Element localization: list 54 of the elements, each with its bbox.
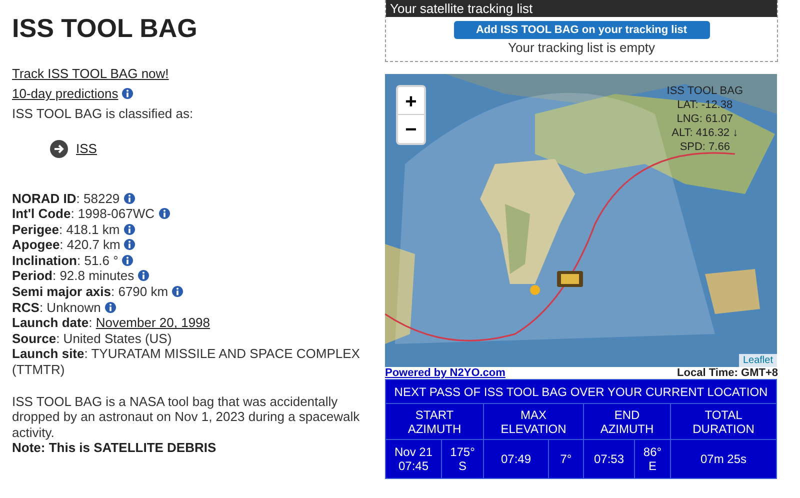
detail-text: Launch site: TYURATAM MISSILE AND SPACE COMPLEX (TTMTR) [12, 346, 360, 378]
debris-note: Note: This is SATELLITE DEBRIS [12, 440, 218, 456]
tracking-status: Your tracking list is empty [508, 40, 655, 56]
info-icon[interactable] [124, 224, 135, 235]
category-link[interactable]: ISS [76, 139, 97, 158]
detail-text: Source: United States (US) [12, 330, 172, 346]
column-header: START AZIMUTH [386, 404, 484, 440]
powered-by-link[interactable]: Powered by N2YO.com [385, 367, 506, 379]
info-icon[interactable] [124, 192, 135, 204]
zoom-out-button[interactable]: − [398, 115, 424, 143]
table-cell: 86° E [634, 440, 670, 478]
table-cell: 175° S [442, 440, 484, 478]
detail-text: Apogee: 420.7 km [12, 237, 120, 252]
arrow-circle-icon [50, 140, 68, 158]
detail-text: Period: 92.8 minutes [12, 268, 134, 284]
detail-text: RCS: Unknown [12, 300, 101, 315]
page-link[interactable]: Track ISS TOOL BAG now! [12, 66, 169, 81]
detail-link[interactable]: November 20, 1998 [96, 315, 210, 330]
table-cell: Nov 21 07:45 [386, 440, 442, 478]
info-icon[interactable] [124, 239, 136, 250]
column-header: TOTAL DURATION [670, 404, 776, 440]
detail-text: Inclination: 51.6 ° [12, 252, 118, 268]
satellite-info-text: SPD: 7.66 [680, 140, 730, 154]
info-icon[interactable] [104, 302, 116, 313]
table-title: NEXT PASS OF ISS TOOL BAG OVER YOUR CURRENT LOCATION [386, 380, 776, 404]
satellite-info-text: ISS TOOL BAG [666, 84, 743, 98]
page-link[interactable]: 10-day predictions [12, 86, 118, 101]
add-tracking-button[interactable]: Add ISS TOOL BAG on your tracking list [454, 21, 710, 39]
info-icon[interactable] [122, 254, 134, 266]
detail-text: Int'l Code: 1998-067WC [12, 206, 155, 222]
tracking-header: Your satellite tracking list [386, 0, 777, 17]
zoom-in-button[interactable]: + [398, 87, 424, 115]
detail-text: Semi major axis: 6790 km [12, 284, 168, 300]
column-header: END AZIMUTH [584, 404, 670, 440]
leaflet-attribution[interactable]: Leaflet [738, 354, 777, 367]
detail-text: Perigee: 418.1 km [12, 222, 120, 237]
table-cell: 07:49 [484, 440, 548, 478]
info-icon[interactable] [138, 270, 150, 282]
detail-text: NORAD ID: 58229 [12, 190, 120, 206]
info-icon[interactable] [172, 286, 184, 298]
classified-text: ISS TOOL BAG is classified as: [12, 105, 194, 123]
satellite-info-text: LNG: 61.07 [676, 112, 734, 126]
table-cell: 07m 25s [670, 440, 776, 478]
description-text: ISS TOOL BAG is a NASA tool bag that was accidentally dropped by an astronaut on Nov 1, 2023 during a spacewalk activity. [12, 394, 361, 440]
page-title: ISS TOOL BAG [12, 12, 198, 44]
satellite-info-text: LAT: -12.38 [677, 98, 733, 112]
local-time: Local Time: GMT+8 [677, 367, 778, 379]
column-header: MAX ELEVATION [484, 404, 584, 440]
info-icon[interactable] [122, 88, 134, 99]
table-cell: 07:53 [584, 440, 634, 478]
detail-text: Launch date: [12, 315, 92, 330]
info-icon[interactable] [158, 208, 170, 220]
satellite-info-text: ALT: 416.32 ↓ [672, 126, 738, 140]
table-cell: 7° [548, 440, 584, 478]
